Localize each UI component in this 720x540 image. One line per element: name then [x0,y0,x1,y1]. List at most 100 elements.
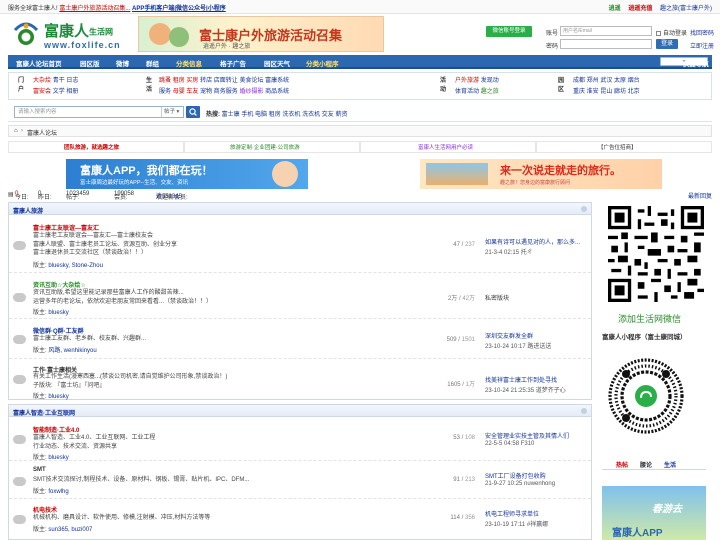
hot-search-link[interactable]: 交友 [322,112,334,118]
link[interactable]: 日志 [66,78,78,84]
promo-link[interactable]: 富士康户外旅游活动召集... [59,6,130,12]
link[interactable]: 商务服务 [214,89,238,95]
forum-moderators: 版主: sun365, buzi007 [33,527,93,533]
link[interactable]: 租房 [173,78,185,84]
hot-search-link[interactable]: 租房 [269,112,281,118]
password-input[interactable] [560,39,652,49]
link[interactable]: 买房 [186,78,198,84]
forum-title[interactable]: 机电技术 [33,505,57,514]
forum-title[interactable]: 富士康工友联谊—富友汇 [33,223,99,232]
forum-row[interactable]: 富士康工友联谊—富友汇 富士康老工友联谊会—富友汇—富士康校友会 富康人联盟、富士… [9,217,591,273]
forum-title[interactable]: SMT [33,467,46,473]
last-post-title[interactable]: 深圳交友群发全群 [485,331,533,340]
home-icon[interactable]: ⌂ [14,128,18,134]
xiaoyao-recharge-link[interactable]: 逍遥充值 [628,6,652,12]
hot-search-link[interactable]: 洗衣机 [302,112,320,118]
link[interactable]: 转店 [200,78,212,84]
nav-item-park[interactable]: 园区版 [80,58,100,68]
tab-life[interactable]: 生活 [664,460,676,469]
forum-title[interactable]: 微信群·Q群·工友群 [33,326,84,335]
hot-search-link[interactable]: 洗衣机 [282,112,300,118]
username-input[interactable]: 用户名/Email [560,26,652,36]
travel-ad-banner[interactable]: 来一次说走就走的旅行。 趣之旅！您身边的富康旅行顾问 [420,159,662,189]
link[interactable]: 发现动 [481,78,499,84]
last-post-title[interactable]: SMT工厂设备打包收购 [485,471,546,480]
search-scope-select[interactable]: 帖子 ▾ [161,107,185,117]
nav-item-miniprogram[interactable]: 分类小程序 [306,58,339,68]
site-logo[interactable]: 富康人生活网 www.foxlife.cn [12,18,124,52]
forum-row[interactable]: 微信群·Q群·工友群 富士康工友群、老乡群、校友群、兴趣群... 版主: 风路,… [9,321,591,359]
link[interactable]: 富安会 [33,89,51,95]
wechat-login-button[interactable]: 微信账号登录 [486,26,532,37]
app-ad-sub: 富士康周边最好玩的APP--生活、交友、资讯 [80,180,189,186]
forum-row[interactable]: 机电技术 机械机构、磨具设计、软件使用、修模,注射模、冲压,材料方法等等 版主:… [9,501,591,539]
link[interactable]: 服务 [159,89,171,95]
notice-link[interactable]: 旅游定制·企业团建·公司旅游 [230,143,300,151]
quzhilv-link[interactable]: 趣之旅(富士康户外) [660,6,712,12]
link[interactable]: 商品系统 [265,89,289,95]
link[interactable]: 车友 [186,89,198,95]
nav-item-classified[interactable]: 分类信息 [176,58,202,68]
ad-banners: 富康人APP，我们都在玩！ 富士康周边最好玩的APP--生活、交友、资讯 来一次… [8,157,712,189]
link[interactable]: 富康系统 [265,78,289,84]
section-header[interactable]: 富康人智造·工业互联网 [9,405,591,417]
nav-item-weather[interactable]: 园区天气 [264,58,290,68]
nav-item-home[interactable]: 富康人论坛首页 [16,58,62,68]
spring-trip-banner[interactable]: 春游去 富康人APP [602,486,706,540]
link[interactable]: 趣之旅 [481,89,499,95]
forum-title[interactable]: 资讯互助☆大杂烩☆ [33,280,86,289]
nav-item-grid-ads[interactable]: 格子广告 [220,58,246,68]
quick-nav-button[interactable]: 快捷导航 ▾ [660,57,709,68]
breadcrumb-current[interactable]: 富康人论坛 [27,128,57,137]
forgot-password-link[interactable]: 找回密码 [690,28,714,37]
forum-row[interactable]: 工作·富士康相关 有关工作生活(漫寒西塞...(禁谈公司机密,请自觉维护公司形象… [9,361,591,401]
search-input[interactable]: 请输入搜索内容 帖子 ▾ [14,106,184,118]
collapse-icon[interactable] [581,408,587,414]
link[interactable]: 大杂烩 [33,78,51,84]
link[interactable]: 母婴 [173,89,185,95]
link[interactable]: 户外旅游 [455,78,479,84]
hot-search-link[interactable]: 手机 [241,112,253,118]
section-header[interactable]: 富康人旅游 [9,203,591,215]
tab-discussion[interactable]: 腰论 [640,460,652,469]
header-banner[interactable]: 富士康户外旅游活动召集 逍遥户外 · 趣之旅 [138,16,384,52]
last-post-title[interactable]: 机电工程师寻求单位 [485,509,539,518]
auto-login-checkbox[interactable]: 自动登录 [656,28,687,37]
notice-link[interactable]: 团队旅游，就选趣之旅 [64,143,119,151]
collapse-icon[interactable] [581,206,587,212]
last-post-title[interactable]: 如果有诗可以遇见对的人，那么多... [485,237,580,246]
link[interactable]: 相册 [66,89,78,95]
notice-link[interactable]: 富康人生活网用户必读 [418,143,473,151]
xiaoyao-link[interactable]: 逍遥 [609,6,621,12]
app-ad-banner[interactable]: 富康人APP，我们都在玩！ 富士康周边最好玩的APP--生活、交友、资讯 [66,159,308,189]
link[interactable]: 店面转让 [214,78,238,84]
forum-row[interactable]: 资讯互助☆大杂烩☆ 资讯互助版,希望这里能记录那些富康人工作的酸甜苦辣... 运营… [9,275,591,319]
hot-search-link[interactable]: 电脑 [255,112,267,118]
link[interactable]: 文学 [53,89,65,95]
forum-title[interactable]: 智能制造·工业4.0 [33,425,79,434]
last-post-title[interactable]: 私密版块 [485,293,509,302]
forum-row[interactable]: 智能制造·工业4.0 富康人智造、工业4.0、工业互联网、工业工程 行业动态、技术… [9,419,591,461]
link[interactable]: 体育活动 [455,89,479,95]
login-button[interactable]: 登录 [656,39,678,49]
search-button[interactable] [186,106,200,118]
register-link[interactable]: 立即注册 [690,41,714,50]
nav-item-groups[interactable]: 群组 [146,58,159,68]
notice-link[interactable]: 【广告位招商】 [598,143,637,151]
link[interactable]: 跳蚤 [159,78,171,84]
last-post-title[interactable]: 找美祥富士康工作到处寻找 [485,375,557,384]
latest-replies-link[interactable]: 最新回复 [688,191,712,200]
last-post-title[interactable]: 安全管理业实技主管及其情人们 [485,431,569,440]
hot-search-link[interactable]: 富士康 [222,112,240,118]
link[interactable]: 宠物 [200,89,212,95]
park-links-row2[interactable]: 重庆 淮安 昆山 廊坊 北京 [573,87,640,97]
tab-hot[interactable]: 热帖 [616,460,628,469]
nav-item-weibo[interactable]: 微博 [116,58,129,68]
app-promo-link[interactable]: APP手机客户端|微信公众号|小程序 [132,6,226,12]
link[interactable]: 美食论坛 [239,78,263,84]
hot-search-link[interactable]: 薪资 [335,112,347,118]
forum-row[interactable]: SMT SMT技术交流探讨,制程技术、设备、原材料、钢板、锡膏、贴片机、IPC、… [9,463,591,499]
park-links-row1[interactable]: 成都 郑州 武汉 太原 烟台 [573,76,640,86]
link[interactable]: 婚纱摄影 [239,89,263,95]
link[interactable]: 青干 [53,78,65,84]
